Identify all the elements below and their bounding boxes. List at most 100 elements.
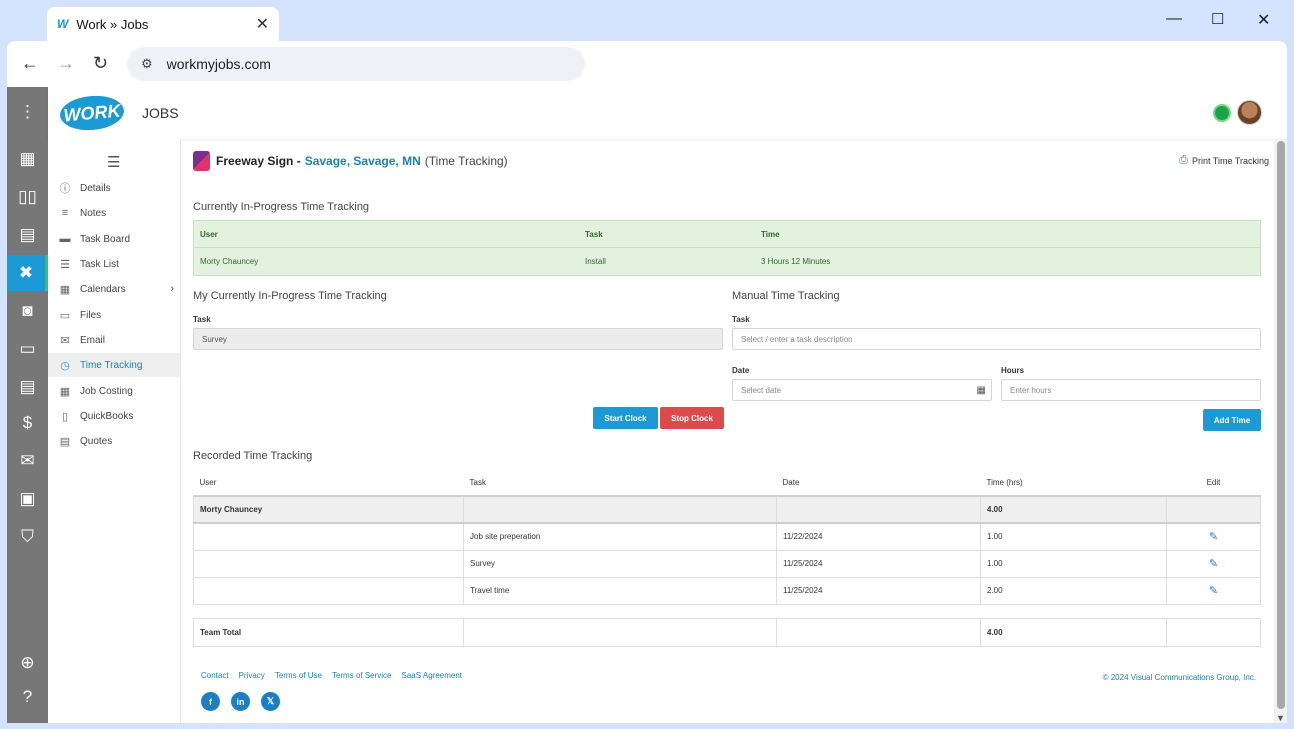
page-scrollbar[interactable]: ▼ [1274, 139, 1287, 723]
minimize-icon[interactable]: — [1166, 10, 1182, 28]
manual-task-input[interactable]: Select / enter a task description [732, 328, 1261, 350]
app-name: JOBS [142, 105, 179, 121]
work-logo[interactable]: WORK [58, 93, 126, 133]
contacts-icon[interactable]: ◙ [7, 293, 48, 329]
board-icon[interactable]: ▯▯ [7, 179, 48, 215]
sidebar-item-details[interactable]: ⓘ Details [48, 176, 180, 200]
invoice-icon[interactable]: ▤ [7, 369, 48, 405]
facebook-icon[interactable]: f [201, 692, 220, 711]
time-cell: 1.00 [980, 549, 1167, 578]
recorded-title: Recorded Time Tracking [193, 450, 313, 462]
sidebar-item-task-list[interactable]: ☰ Task List [48, 252, 180, 276]
print-label: Print Time Tracking [1191, 155, 1269, 166]
sidebar-item-label: Task List [80, 258, 119, 270]
dollar-icon[interactable]: $ [7, 405, 48, 441]
linkedin-icon[interactable]: in [231, 692, 250, 711]
maximize-icon[interactable]: ☐ [1211, 10, 1224, 28]
dashboard-icon[interactable]: ▦ [7, 141, 48, 177]
hours-input[interactable]: Enter hours [1001, 379, 1261, 401]
sidebar-item-label: QuickBooks [80, 410, 134, 422]
book-icon: ▯ [61, 410, 69, 423]
calendar-rail-icon[interactable]: ▤ [7, 217, 48, 253]
footer-link-terms-of-use[interactable]: Terms of Use [275, 671, 322, 680]
back-icon[interactable]: ← [21, 53, 39, 74]
security-icon[interactable]: ⛉ [7, 519, 48, 555]
job-location-link[interactable]: Savage, Savage, MN [305, 154, 421, 168]
task-board-icon: ▬ [59, 233, 71, 245]
mail-rail-icon[interactable]: ✉ [7, 443, 48, 479]
scroll-down-icon[interactable]: ▼ [1276, 713, 1285, 723]
stop-clock-button[interactable]: Stop Clock [660, 407, 724, 429]
tools-icon[interactable]: ✖ [7, 255, 48, 291]
edit-pencil-icon[interactable]: ✎ [1209, 531, 1218, 543]
start-clock-button[interactable]: Start Clock [593, 407, 658, 429]
task-cell: Job site preperation [463, 522, 777, 551]
sidebar-item-calendars[interactable]: ▦ Calendars › [48, 277, 180, 301]
in-progress-title: Currently In-Progress Time Tracking [193, 201, 370, 213]
footer-link-contact[interactable]: Contact [201, 671, 229, 680]
sidebar-item-files[interactable]: ▭ Files [48, 303, 180, 327]
sidebar-item-task-board[interactable]: ▬ Task Board [48, 227, 180, 251]
time-cell: 1.00 [980, 522, 1167, 551]
footer-link-terms-of-service[interactable]: Terms of Service [332, 671, 392, 680]
table-cell [463, 495, 777, 524]
add-icon[interactable]: ⊕ [7, 645, 48, 681]
column-header: Time (hrs) [980, 469, 1167, 497]
task-list-icon: ☰ [60, 258, 70, 271]
sidebar-item-time-tracking[interactable]: ◷ Time Tracking [48, 353, 180, 377]
close-tab-icon[interactable]: ✕ [256, 14, 269, 34]
clock-status-icon[interactable] [1213, 104, 1231, 122]
manual-tracking-title: Manual Time Tracking [732, 290, 840, 302]
sidebar-item-quickbooks[interactable]: ▯ QuickBooks [48, 404, 180, 428]
date-input[interactable]: Select date ▦ [732, 379, 992, 401]
x-icon[interactable]: 𝕏 [261, 692, 280, 711]
sidebar-item-label: Details [80, 182, 111, 194]
date-placeholder: Select date [741, 385, 782, 395]
scrollbar-thumb[interactable] [1277, 141, 1285, 709]
close-window-icon[interactable]: ✕ [1257, 10, 1270, 30]
column-header: Task [585, 229, 603, 239]
add-time-button[interactable]: Add Time [1203, 409, 1261, 431]
my-task-field[interactable]: Survey [193, 328, 723, 350]
table-cell [193, 522, 464, 551]
reload-icon[interactable]: ↻ [93, 53, 108, 74]
reports-icon[interactable]: ▣ [7, 481, 48, 517]
task-cell: Survey [463, 549, 777, 578]
url-text: workmyjobs.com [166, 56, 271, 72]
browser-tab[interactable]: W Work » Jobs ✕ [47, 7, 279, 41]
calendar-picker-icon[interactable]: ▦ [977, 385, 986, 396]
help-icon[interactable]: ? [7, 679, 48, 715]
table-cell: 3 Hours 12 Minutes [761, 257, 831, 266]
footer-link-saas-agreement[interactable]: SaaS Agreement [402, 671, 462, 680]
clock-icon: ◷ [60, 359, 70, 372]
icon-rail: ⋮ ▦ ▯▯ ▤ ✖ ◙ ▭ ▤ $ ✉ ▣ ⛉ ⊕ ? [7, 87, 48, 723]
sidebar-item-label: Email [80, 334, 106, 346]
avatar[interactable] [1237, 100, 1262, 125]
browser-tab-bar: W Work » Jobs ✕ — ☐ ✕ [0, 0, 1294, 41]
job-subtitle: (Time Tracking) [424, 154, 508, 168]
user-total-cell: 4.00 [980, 495, 1167, 524]
site-info-icon[interactable]: ⚙ [141, 56, 153, 72]
sidebar-item-email[interactable]: ✉ Email [48, 328, 180, 352]
edit-cell: ✎ [1166, 576, 1261, 605]
sidebar-item-job-costing[interactable]: ▦ Job Costing [48, 379, 180, 403]
table-cell [776, 618, 981, 647]
app-window: ⋮ ▦ ▯▯ ▤ ✖ ◙ ▭ ▤ $ ✉ ▣ ⛉ ⊕ ? WORK JOBS ☰… [7, 87, 1287, 723]
folder-icon: ▭ [59, 309, 71, 322]
edit-pencil-icon[interactable]: ✎ [1209, 558, 1218, 570]
forward-icon[interactable]: → [57, 53, 75, 74]
more-menu-icon[interactable]: ⋮ [7, 94, 48, 130]
table-cell [1166, 495, 1261, 524]
inventory-icon[interactable]: ▭ [7, 331, 48, 367]
date-cell: 11/25/2024 [776, 549, 981, 578]
table-header-row: User Task Date Time (hrs) Edit [193, 469, 1261, 497]
edit-pencil-icon[interactable]: ✎ [1209, 585, 1218, 597]
print-time-tracking-button[interactable]: ⎙ Print Time Tracking [1179, 154, 1269, 167]
footer-link-privacy[interactable]: Privacy [239, 671, 265, 680]
table-header-row: User Task Time [194, 221, 1260, 248]
sidebar-item-notes[interactable]: ≡ Notes [48, 201, 180, 225]
hamburger-icon[interactable]: ☰ [107, 153, 120, 171]
recorded-table: User Task Date Time (hrs) Edit Morty Cha… [193, 469, 1261, 605]
sidebar-item-quotes[interactable]: ▤ Quotes [48, 429, 180, 453]
address-bar[interactable]: ⚙ workmyjobs.com [127, 47, 585, 81]
